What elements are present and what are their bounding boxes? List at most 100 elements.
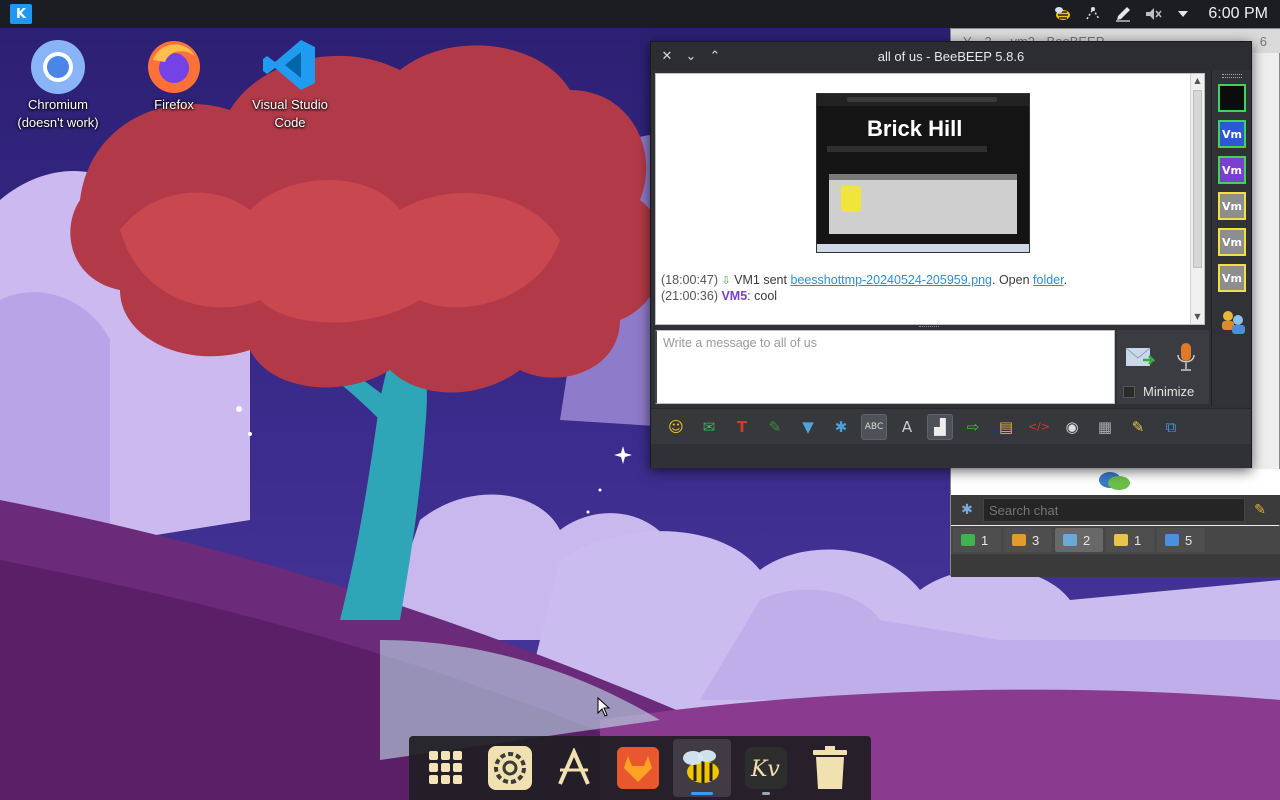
- tab-chat[interactable]: 1: [953, 528, 1001, 552]
- chevron-down-icon[interactable]: [1168, 0, 1198, 28]
- scroll-up-icon[interactable]: ▲: [1191, 74, 1204, 88]
- thumb-panel: [829, 174, 1017, 234]
- gitlab-icon: [617, 747, 659, 789]
- tab-chats[interactable]: 2: [1055, 528, 1103, 552]
- tab-groups[interactable]: 3: [1004, 528, 1052, 552]
- email-icon[interactable]: ✉: [696, 414, 722, 440]
- desktop-icon-vscode[interactable]: Visual Studio Code: [242, 36, 338, 132]
- window-title: all of us - BeeBEEP 5.8.6: [877, 48, 1025, 64]
- dock-discover[interactable]: [545, 739, 603, 797]
- desktop-icon-firefox[interactable]: Firefox: [126, 36, 222, 114]
- network-icon[interactable]: [1078, 0, 1108, 28]
- screenshot-thumbnail[interactable]: Brick Hill: [816, 93, 1030, 253]
- vertical-scrollbar[interactable]: ▲ ▼: [1190, 74, 1204, 324]
- chromium-icon: [31, 40, 85, 94]
- settings-icon[interactable]: ✱: [828, 414, 854, 440]
- thumb-menu: [827, 146, 987, 152]
- member-avatar[interactable]: Vm: [1218, 192, 1246, 220]
- speaker-muted-icon[interactable]: [1138, 0, 1168, 28]
- send-message-icon[interactable]: [1125, 346, 1155, 370]
- thumb-heading: Brick Hill: [867, 116, 963, 141]
- dock-beebeep[interactable]: [673, 739, 731, 797]
- running-indicator: [762, 792, 770, 795]
- tab-users[interactable]: 1: [1106, 528, 1154, 552]
- screenshot-icon[interactable]: ◉: [1059, 414, 1085, 440]
- clear-search-icon[interactable]: ✎: [1245, 502, 1275, 518]
- minimize-icon[interactable]: ⌄: [679, 42, 703, 70]
- spellcheck-icon[interactable]: ABC: [861, 413, 887, 440]
- chat-window[interactable]: all of us - BeeBEEP 5.8.6 ✕ ⌄ ⌃ Brick Hi…: [650, 41, 1252, 468]
- message-text: : cool: [747, 289, 778, 303]
- tab-shared-files[interactable]: 5: [1157, 528, 1205, 552]
- desktop-icon-label: Firefox: [154, 97, 194, 112]
- active-indicator: [691, 792, 713, 795]
- send-area: Minimize: [1117, 330, 1209, 404]
- desktop-icon-label: Chromium: [28, 97, 88, 112]
- trash-icon: [813, 746, 847, 789]
- scrollbar-thumb[interactable]: [1193, 90, 1202, 268]
- desktop-icon-chromium[interactable]: Chromium (doesn't work): [10, 36, 106, 132]
- microphone-icon[interactable]: [1175, 342, 1197, 372]
- text-color-icon[interactable]: T: [729, 414, 755, 440]
- app-launcher-button[interactable]: [417, 739, 475, 797]
- chat-icon: [961, 534, 975, 546]
- member-avatar[interactable]: Vm: [1218, 228, 1246, 256]
- search-options-icon[interactable]: ✱: [951, 502, 983, 518]
- message-input[interactable]: Write a message to all of us: [655, 330, 1115, 404]
- send-folder-icon[interactable]: ▤: [993, 414, 1019, 440]
- chat-members-column: Vm Vm Vm Vm Vm: [1211, 70, 1251, 406]
- minimize-label: Minimize: [1143, 384, 1195, 399]
- folder-link[interactable]: folder: [1033, 273, 1064, 287]
- beebeep-tray-icon[interactable]: [1048, 0, 1078, 28]
- html-icon[interactable]: </>: [1026, 414, 1052, 440]
- dock-kvantum[interactable]: Kv: [737, 739, 795, 797]
- message-time: (21:00:36): [661, 289, 718, 303]
- dock-system-settings[interactable]: [481, 739, 539, 797]
- splitter-handle[interactable]: [919, 326, 939, 329]
- tab-count: 1: [981, 532, 989, 548]
- title-suffix: 6: [1259, 34, 1267, 49]
- message-time: (18:00:47): [661, 273, 718, 287]
- group-icon: [1012, 534, 1026, 546]
- emoticon-icon[interactable]: ☺: [663, 414, 689, 440]
- scroll-down-icon[interactable]: ▼: [1191, 310, 1204, 324]
- clear-icon[interactable]: ▦: [1092, 414, 1118, 440]
- search-input[interactable]: [983, 498, 1245, 522]
- pen-icon[interactable]: [1108, 0, 1138, 28]
- chat-toolbar: ☺ ✉ T ✎ ▼ ✱ ABC A ▟ ⇨ ▤ </> ◉ ▦ ✎ ⧉: [651, 408, 1251, 444]
- desktop-icon-label: (doesn't work): [17, 115, 99, 130]
- message-row: (21:00:36) VM5: cool: [661, 289, 777, 303]
- beebeep-icon: [683, 750, 719, 783]
- tab-count: 5: [1185, 532, 1193, 548]
- message-text: . Open: [992, 273, 1034, 287]
- desktop-icon-label: Code: [274, 115, 306, 130]
- detach-icon[interactable]: ⧉: [1158, 414, 1184, 440]
- message-row: (18:00:47) ⇩ VM1 sent beesshottmp-202405…: [661, 273, 1067, 287]
- dock-gitlab[interactable]: [609, 739, 667, 797]
- top-panel: K 6:00 PM: [0, 0, 1280, 28]
- conversation-view[interactable]: Brick Hill (18:00:47) ⇩ VM1 sent beessho…: [655, 73, 1205, 325]
- save-icon[interactable]: ✎: [1125, 414, 1151, 440]
- member-avatar[interactable]: Vm: [1218, 264, 1246, 292]
- grip-handle[interactable]: [1222, 74, 1242, 78]
- minimize-option[interactable]: Minimize: [1123, 384, 1194, 399]
- minimize-checkbox[interactable]: [1123, 385, 1135, 398]
- file-link[interactable]: beesshottmp-20240524-205959.png: [790, 273, 992, 287]
- compact-icon[interactable]: ▟: [927, 413, 953, 440]
- search-bar: ✱ ✎: [951, 495, 1280, 525]
- member-avatar[interactable]: Vm: [1218, 120, 1246, 148]
- maximize-icon[interactable]: ⌃: [703, 42, 727, 70]
- member-avatar-dark[interactable]: [1218, 84, 1246, 112]
- clock[interactable]: 6:00 PM: [1198, 0, 1280, 28]
- title-bar[interactable]: all of us - BeeBEEP 5.8.6 ✕ ⌄ ⌃: [651, 42, 1251, 70]
- users-icon: [1114, 534, 1128, 546]
- filter-icon[interactable]: ▼: [795, 414, 821, 440]
- kde-logo-icon[interactable]: K: [10, 4, 32, 24]
- group-members-icon[interactable]: [1219, 308, 1247, 336]
- member-avatar[interactable]: Vm: [1218, 156, 1246, 184]
- highlight-color-icon[interactable]: ✎: [762, 414, 788, 440]
- close-icon[interactable]: ✕: [655, 42, 679, 70]
- font-icon[interactable]: A: [894, 414, 920, 440]
- dock-trash[interactable]: [801, 739, 859, 797]
- send-file-icon[interactable]: ⇨: [960, 414, 986, 440]
